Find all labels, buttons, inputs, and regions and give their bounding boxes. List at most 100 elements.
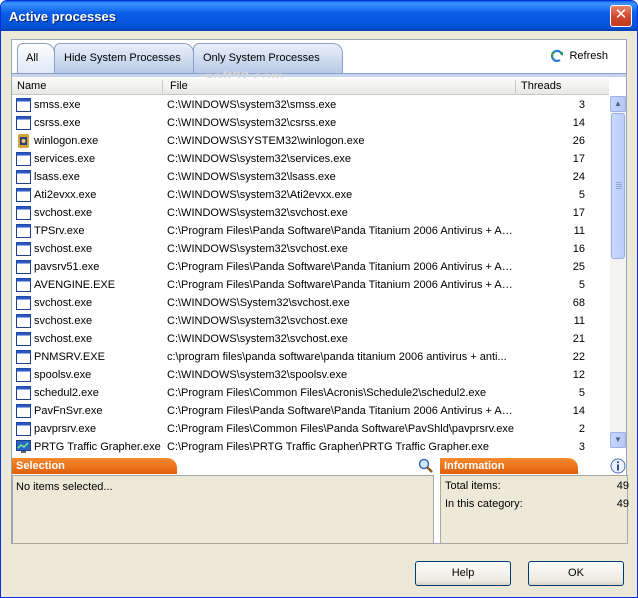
- process-name: Ati2evxx.exe: [34, 189, 97, 201]
- process-threads: 17: [572, 153, 585, 165]
- tab-underline: [12, 73, 626, 77]
- client-area: All Hide System Processes Only System Pr…: [4, 31, 634, 596]
- window-icon: [16, 296, 31, 310]
- process-threads: 5: [578, 189, 585, 201]
- refresh-button[interactable]: Refresh: [549, 48, 608, 66]
- process-row[interactable]: svchost.exe C:\WINDOWS\system32\svchost.…: [12, 330, 609, 348]
- process-name: PavFnSvr.exe: [34, 405, 103, 417]
- process-row[interactable]: PavFnSvr.exe C:\Program Files\Panda Soft…: [12, 402, 609, 420]
- information-pane: Information Total items: 49 In this cate…: [440, 458, 629, 544]
- process-file: C:\WINDOWS\SYSTEM32\winlogon.exe: [167, 135, 365, 147]
- process-file: C:\WINDOWS\System32\svchost.exe: [167, 297, 350, 309]
- process-threads: 3: [578, 441, 585, 453]
- window-title: Active processes: [9, 9, 116, 24]
- window-icon: [16, 242, 31, 256]
- window-icon: [16, 224, 31, 238]
- process-row[interactable]: svchost.exe C:\WINDOWS\System32\svchost.…: [12, 294, 609, 312]
- process-row[interactable]: PNMSRV.EXE c:\program files\panda softwa…: [12, 348, 609, 366]
- title-bar[interactable]: Active processes ✕: [1, 1, 637, 31]
- tab-hide-system[interactable]: Hide System Processes: [54, 43, 194, 73]
- process-row[interactable]: schedul2.exe C:\Program Files\Common Fil…: [12, 384, 609, 402]
- process-row[interactable]: spoolsv.exe C:\WINDOWS\system32\spoolsv.…: [12, 366, 609, 384]
- process-row[interactable]: TPSrv.exe C:\Program Files\Panda Softwar…: [12, 222, 609, 240]
- process-name: pavsrv51.exe: [34, 261, 100, 273]
- process-row[interactable]: Ati2evxx.exe C:\WINDOWS\system32\Ati2evx…: [12, 186, 609, 204]
- process-name: TPSrv.exe: [34, 225, 85, 237]
- process-file: C:\Program Files\Panda Software\Panda Ti…: [167, 225, 517, 237]
- process-file: C:\WINDOWS\system32\smss.exe: [167, 99, 337, 111]
- list-header: Name File Threads: [12, 78, 609, 95]
- process-threads: 2: [578, 423, 585, 435]
- process-name: svchost.exe: [34, 207, 93, 219]
- tab-all[interactable]: All: [17, 43, 55, 73]
- process-row[interactable]: winlogon.exe C:\WINDOWS\SYSTEM32\winlogo…: [12, 132, 609, 150]
- process-threads: 25: [572, 261, 585, 273]
- tab-all-label: All: [26, 52, 39, 64]
- selection-pane: Selection No items selected...: [12, 458, 434, 544]
- process-row[interactable]: pavprsrv.exe C:\Program Files\Common Fil…: [12, 420, 609, 438]
- process-name: lsass.exe: [34, 171, 80, 183]
- active-processes-window: Active processes ✕ All Hide System Proce…: [0, 0, 638, 598]
- process-file: C:\WINDOWS\system32\lsass.exe: [167, 171, 336, 183]
- process-row[interactable]: AVENGINE.EXE C:\Program Files\Panda Soft…: [12, 276, 609, 294]
- scroll-up-button[interactable]: ▲: [610, 96, 626, 112]
- process-name: schedul2.exe: [34, 387, 99, 399]
- tab-only-system-label: Only System Processes: [203, 52, 320, 64]
- total-items-label: Total items:: [445, 480, 501, 492]
- refresh-label: Refresh: [569, 50, 608, 62]
- category-items-value: 49: [616, 498, 629, 510]
- ok-button[interactable]: OK: [528, 561, 624, 586]
- process-file: C:\Program Files\Common Files\Acronis\Sc…: [167, 387, 487, 399]
- window-icon: [16, 404, 31, 418]
- process-row[interactable]: svchost.exe C:\WINDOWS\system32\svchost.…: [12, 312, 609, 330]
- process-row[interactable]: pavsrv51.exe C:\Program Files\Panda Soft…: [12, 258, 609, 276]
- process-row[interactable]: lsass.exe C:\WINDOWS\system32\lsass.exe …: [12, 168, 609, 186]
- column-file[interactable]: File: [170, 80, 188, 92]
- process-name: svchost.exe: [34, 333, 93, 345]
- column-threads[interactable]: Threads: [521, 80, 561, 92]
- process-file: C:\WINDOWS\system32\svchost.exe: [167, 315, 348, 327]
- process-list[interactable]: Name File Threads smss.exe C:\WINDOWS\sy…: [12, 78, 626, 453]
- process-threads: 12: [572, 369, 585, 381]
- selection-text: No items selected...: [16, 481, 113, 493]
- process-row[interactable]: svchost.exe C:\WINDOWS\system32\svchost.…: [12, 204, 609, 222]
- help-button[interactable]: Help: [415, 561, 511, 586]
- process-file: C:\WINDOWS\system32\svchost.exe: [167, 333, 348, 345]
- process-row[interactable]: csrss.exe C:\WINDOWS\system32\csrss.exe …: [12, 114, 609, 132]
- process-threads: 26: [572, 135, 585, 147]
- process-row[interactable]: PRTG Traffic Grapher.exe C:\Program File…: [12, 438, 609, 456]
- process-row[interactable]: services.exe C:\WINDOWS\system32\service…: [12, 150, 609, 168]
- scroll-down-button[interactable]: ▼: [610, 432, 626, 448]
- process-threads: 11: [573, 315, 585, 327]
- vertical-scrollbar[interactable]: ▲ ▼: [610, 96, 626, 448]
- column-divider[interactable]: [162, 80, 163, 93]
- process-file: C:\Program Files\Panda Software\Panda Ti…: [167, 405, 517, 417]
- process-file: C:\WINDOWS\system32\spoolsv.exe: [167, 369, 348, 381]
- information-header: Information: [440, 458, 578, 474]
- column-name[interactable]: Name: [17, 80, 46, 92]
- column-divider[interactable]: [515, 80, 516, 93]
- process-row[interactable]: svchost.exe C:\WINDOWS\system32\svchost.…: [12, 240, 609, 258]
- window-icon: [16, 368, 31, 382]
- process-name: PRTG Traffic Grapher.exe: [34, 441, 161, 453]
- process-threads: 16: [572, 243, 585, 255]
- scroll-thumb[interactable]: [611, 113, 625, 259]
- category-items-row: In this category: 49: [445, 495, 629, 513]
- close-button[interactable]: ✕: [610, 5, 632, 27]
- info-icon: [610, 458, 626, 474]
- process-threads: 22: [572, 351, 585, 363]
- window-icon: [16, 314, 31, 328]
- process-file: C:\WINDOWS\system32\Ati2evxx.exe: [167, 189, 353, 201]
- window-icon: [16, 206, 31, 220]
- process-name: svchost.exe: [34, 297, 93, 309]
- process-row[interactable]: smss.exe C:\WINDOWS\system32\smss.exe 3: [12, 96, 609, 114]
- total-items-row: Total items: 49: [445, 477, 629, 495]
- process-file: C:\Program Files\Panda Software\Panda Ti…: [167, 261, 517, 273]
- process-name: services.exe: [34, 153, 96, 165]
- window-icon: [16, 278, 31, 292]
- winlogon-icon: [16, 134, 31, 148]
- process-name: smss.exe: [34, 99, 81, 111]
- selection-header: Selection: [12, 458, 177, 474]
- window-icon: [16, 350, 31, 364]
- window-icon: [16, 98, 31, 112]
